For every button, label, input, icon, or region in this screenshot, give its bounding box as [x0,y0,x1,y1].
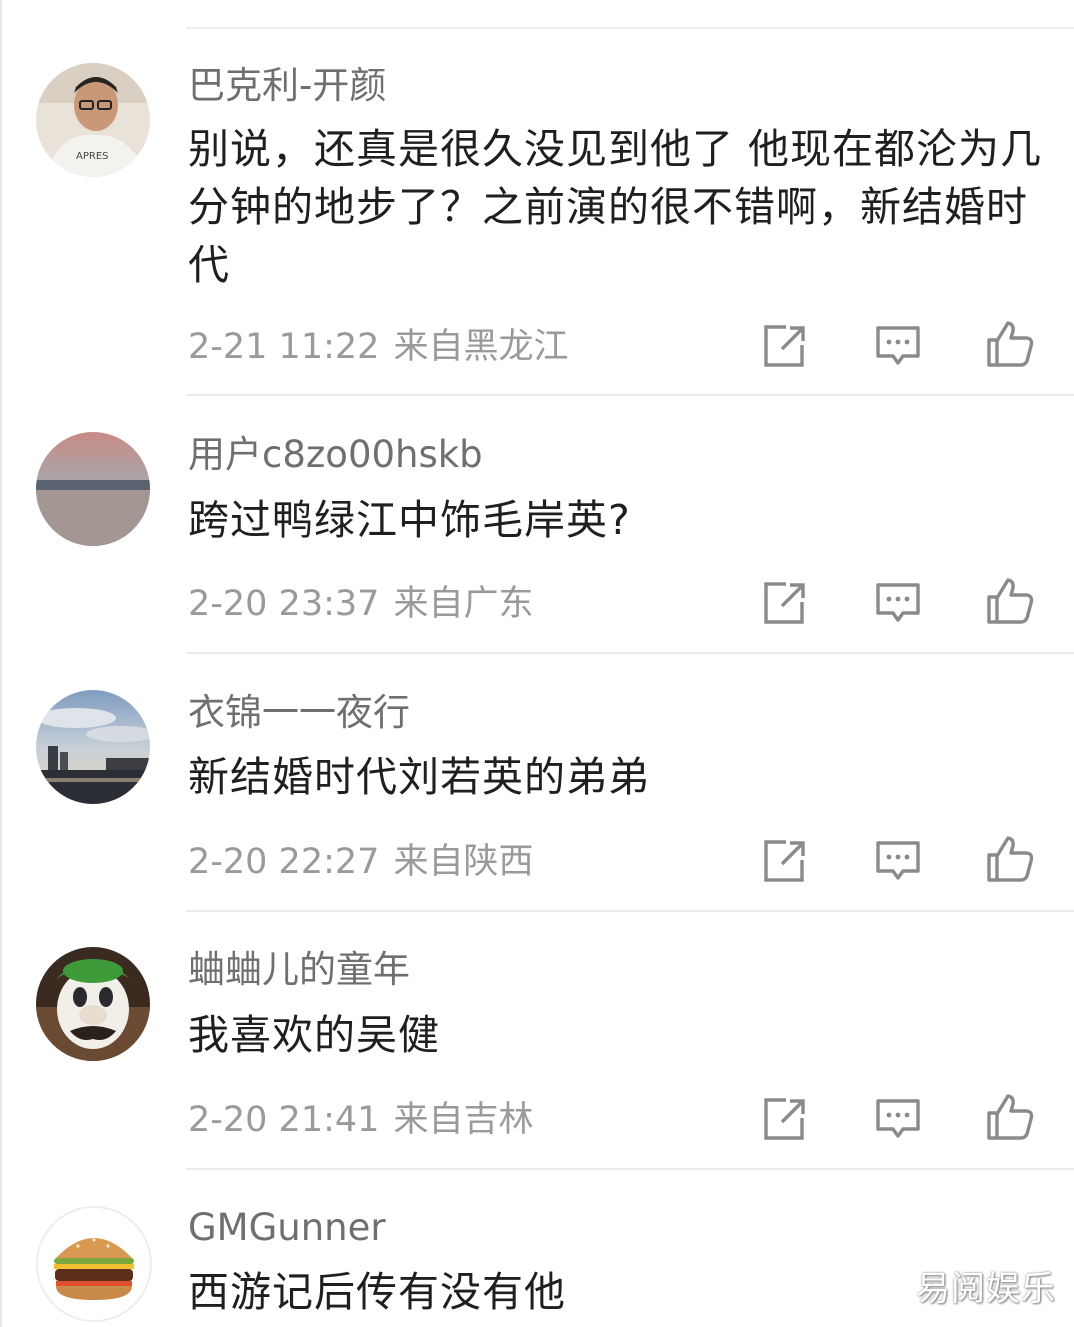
comment-meta: 2-20 22:27 来自陕西 [188,840,533,884]
comment-username[interactable]: 用户c8zo00hskb [188,433,483,477]
river-sunset-avatar[interactable] [36,432,150,546]
thumbs-up-icon[interactable] [984,575,1036,627]
comment-divider [186,394,1074,396]
thumbs-up-icon[interactable] [984,1091,1036,1143]
comment-meta: 2-20 21:41 来自吉林 [188,1098,533,1142]
left-edge-line [0,0,2,1327]
comment-icon[interactable] [872,577,924,629]
comment-icon[interactable] [872,835,924,887]
burger-avatar[interactable] [36,1206,152,1322]
comment-divider [186,910,1074,912]
share-icon[interactable] [758,835,810,887]
comment-icon[interactable] [872,1093,924,1145]
svg-text:APRES: APRES [76,151,109,162]
comment-location: 来自陕西 [393,842,534,882]
comment-username[interactable]: 衣锦一一夜行 [188,691,410,735]
comment-date: 2-20 21:41 [188,1100,380,1140]
comment-text: 别说，还真是很久没见到他了 他现在都沦为几分钟的地步了？之前演的很不错啊，新结婚… [188,125,1043,289]
share-icon[interactable] [758,577,810,629]
comment-meta: 2-21 11:22 来自黑龙江 [188,325,568,369]
top-divider [186,27,1074,29]
comment-text: 我喜欢的吴健 [188,1011,440,1059]
comment-text: 跨过鸭绿江中饰毛岸英? [188,496,631,544]
thumbs-up-icon[interactable] [984,318,1036,370]
man-with-glasses-avatar[interactable]: APRES [36,63,150,177]
comment-location: 来自黑龙江 [393,327,569,367]
comment-location: 来自广东 [393,584,534,624]
thumbs-up-icon[interactable] [984,833,1036,885]
comment-meta: 2-20 23:37 来自广东 [188,582,533,626]
share-icon[interactable] [758,320,810,372]
comment-divider [186,1168,1074,1170]
watermark-text: 易阅娱乐 [916,1269,1056,1309]
share-icon[interactable] [758,1093,810,1145]
comment-icon[interactable] [872,320,924,372]
comment-date: 2-20 23:37 [188,584,380,624]
comment-divider [186,652,1074,654]
city-skyline-avatar[interactable] [36,690,150,804]
comment-location: 来自吉林 [393,1100,534,1140]
comment-date: 2-21 11:22 [188,327,380,367]
comment-username[interactable]: 巴克利-开颜 [188,64,386,108]
mascot-avatar[interactable] [36,947,150,1061]
comment-username[interactable]: GMGunner [188,1206,386,1250]
comment-username[interactable]: 蛐蛐儿的童年 [188,948,410,992]
comment-text: 新结婚时代刘若英的弟弟 [188,753,650,801]
comment-date: 2-20 22:27 [188,842,380,882]
